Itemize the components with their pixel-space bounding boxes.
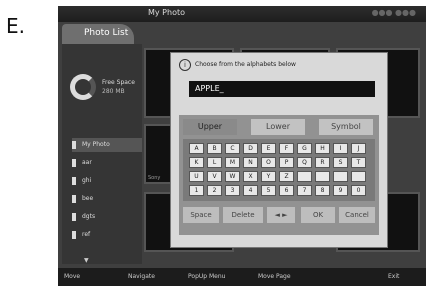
folder-icon — [72, 194, 76, 203]
thumbnail-caption: Sony — [148, 175, 161, 181]
help-navigate: Navigate — [128, 273, 155, 280]
folder-icon — [72, 212, 76, 221]
keyboard-key[interactable]: 3 — [225, 185, 240, 196]
keyboard-key[interactable]: E — [261, 143, 276, 154]
keyboard-key[interactable]: G — [297, 143, 312, 154]
info-icon: i — [179, 59, 191, 71]
keyboard-key[interactable]: O — [261, 157, 276, 168]
keyboard-key[interactable]: 9 — [333, 185, 348, 196]
folder-icon — [72, 176, 76, 185]
keyboard-key[interactable]: L — [207, 157, 222, 168]
dialog-prompt: Choose from the alphabets below — [195, 61, 296, 68]
delete-button[interactable]: Delete — [223, 207, 263, 223]
text-input[interactable]: APPLE_ — [189, 81, 375, 97]
keyboard-key[interactable]: J — [351, 143, 366, 154]
tab-upper[interactable]: Upper — [183, 119, 237, 135]
sidebar-item-my-photo[interactable]: My Photo — [72, 138, 142, 152]
help-move: Move — [64, 273, 81, 280]
space-button[interactable]: Space — [183, 207, 219, 223]
tab-lower[interactable]: Lower — [251, 119, 305, 135]
virtual-keyboard: Upper Lower Symbol A B C D E F G H I J K… — [179, 115, 379, 235]
sidebar-item-label: ref — [82, 231, 91, 238]
cursor-arrows-button[interactable]: ◄ ► — [267, 207, 295, 223]
keyboard-key[interactable] — [297, 171, 312, 182]
free-space-gauge-icon — [70, 74, 96, 100]
keyboard-key[interactable]: Q — [297, 157, 312, 168]
ok-button[interactable]: OK — [301, 207, 335, 223]
folder-icon — [72, 158, 76, 167]
keyboard-key[interactable]: 4 — [243, 185, 258, 196]
keyboard-key[interactable] — [351, 171, 366, 182]
keyboard-key[interactable]: 7 — [297, 185, 312, 196]
keyboard-key[interactable]: 2 — [207, 185, 222, 196]
keyboard-key[interactable]: B — [207, 143, 222, 154]
cancel-button[interactable]: Cancel — [339, 207, 375, 223]
sidebar-item[interactable]: aar — [72, 156, 142, 170]
free-space-value: 280 MB — [102, 88, 125, 95]
scroll-down-icon[interactable]: ▼ — [84, 257, 89, 264]
keyboard-key[interactable]: C — [225, 143, 240, 154]
tab-symbol[interactable]: Symbol — [319, 119, 373, 135]
keyboard-key[interactable]: M — [225, 157, 240, 168]
keyboard-key[interactable]: I — [333, 143, 348, 154]
keyboard-key[interactable]: V — [207, 171, 222, 182]
sidebar-item-label: aar — [82, 159, 92, 166]
keyboard-key[interactable]: 5 — [261, 185, 276, 196]
sidebar: Free Space 280 MB My Photo aar ghi bee d… — [62, 44, 142, 264]
top-bar: My Photo ●●● ●●● — [58, 6, 426, 22]
sidebar-item-label: My Photo — [82, 141, 110, 148]
key-grid: A B C D E F G H I J K L M N O P Q R S T — [183, 139, 375, 201]
keyboard-key[interactable]: R — [315, 157, 330, 168]
keyboard-key[interactable]: U — [189, 171, 204, 182]
keyboard-key[interactable]: 8 — [315, 185, 330, 196]
help-move-page: Move Page — [258, 273, 291, 280]
tv-screen: My Photo ●●● ●●● Photo List Free Space 2… — [58, 6, 426, 286]
keyboard-key[interactable]: Y — [261, 171, 276, 182]
bottom-help-bar: Move Navigate PopUp Menu Move Page Exit — [58, 268, 426, 286]
sidebar-item-label: dgts — [82, 213, 96, 220]
keyboard-key[interactable]: N — [243, 157, 258, 168]
keyboard-key[interactable] — [315, 171, 330, 182]
folder-icon — [72, 230, 76, 239]
keyboard-key[interactable]: T — [351, 157, 366, 168]
help-popup-menu: PopUp Menu — [188, 273, 226, 280]
keyboard-key[interactable]: 6 — [279, 185, 294, 196]
keyboard-key[interactable]: X — [243, 171, 258, 182]
keyboard-key[interactable]: H — [315, 143, 330, 154]
folder-icon — [72, 140, 76, 149]
sidebar-item[interactable]: ref — [72, 228, 142, 242]
sidebar-item[interactable]: ghi — [72, 174, 142, 188]
keyboard-key[interactable]: D — [243, 143, 258, 154]
sidebar-item-label: bee — [82, 195, 94, 202]
keyboard-key[interactable]: W — [225, 171, 240, 182]
keyboard-key[interactable]: A — [189, 143, 204, 154]
sidebar-item[interactable]: dgts — [72, 210, 142, 224]
keyboard-key[interactable]: 1 — [189, 185, 204, 196]
photo-list-tab[interactable]: Photo List — [62, 24, 134, 44]
keyboard-key[interactable]: 0 — [351, 185, 366, 196]
keyboard-key[interactable]: P — [279, 157, 294, 168]
keyboard-key[interactable]: Z — [279, 171, 294, 182]
keyboard-key[interactable]: K — [189, 157, 204, 168]
keyboard-key[interactable] — [333, 171, 348, 182]
help-exit: Exit — [388, 273, 400, 280]
keyboard-dialog: i Choose from the alphabets below APPLE_… — [170, 52, 388, 248]
top-right-indicator: ●●● ●●● — [371, 8, 416, 17]
free-space-label: Free Space — [102, 79, 135, 86]
sidebar-item-label: ghi — [82, 177, 92, 184]
screen-title: My Photo — [148, 8, 185, 17]
figure-label: E. — [6, 14, 25, 38]
keyboard-key[interactable]: F — [279, 143, 294, 154]
keyboard-key[interactable]: S — [333, 157, 348, 168]
sidebar-item[interactable]: bee — [72, 192, 142, 206]
photo-list-tab-label: Photo List — [84, 28, 129, 38]
